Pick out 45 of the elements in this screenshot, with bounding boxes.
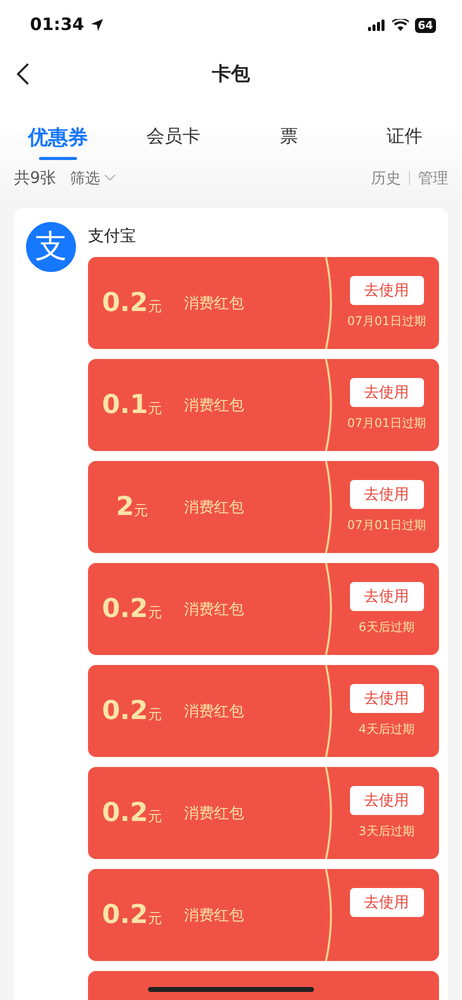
use-button[interactable]: 去使用 — [350, 888, 424, 917]
coupon-amount: 2元 — [114, 492, 150, 522]
coupon-amount: 0.2元 — [100, 594, 164, 624]
coupon-name: 消费红包 — [184, 396, 244, 414]
expiry-date: 6天后过期 — [358, 619, 414, 636]
wifi-icon — [392, 19, 409, 31]
tab[interactable]: 票 — [231, 112, 346, 162]
back-icon[interactable] — [16, 62, 30, 86]
brand-logo: 支 — [26, 222, 76, 272]
tab[interactable]: 优惠券 — [0, 112, 116, 162]
battery-level: 64 — [414, 18, 436, 32]
coupon-name: 消费红包 — [184, 294, 244, 312]
use-button[interactable]: 去使用 — [350, 684, 424, 713]
use-button[interactable]: 去使用 — [350, 378, 424, 407]
coupon-amount: 0.2元 — [100, 798, 164, 828]
coupon-name: 消费红包 — [184, 804, 244, 822]
expiry-date: 4天后过期 — [358, 721, 414, 738]
status-time: 01:34 — [30, 15, 84, 35]
signal-icon — [368, 19, 386, 31]
use-button[interactable]: 去使用 — [350, 480, 424, 509]
use-button[interactable]: 去使用 — [350, 582, 424, 611]
issuer-name: 支付宝 — [88, 226, 137, 247]
tab[interactable]: 会员卡 — [116, 112, 231, 162]
use-button[interactable]: 去使用 — [350, 276, 424, 305]
coupon-name: 消费红包 — [184, 600, 244, 618]
coupon-amount: 0.2元 — [100, 696, 164, 726]
caret-icon — [104, 174, 116, 182]
tab[interactable]: 证件 — [346, 112, 462, 162]
filter-dropdown[interactable]: 筛选 — [70, 168, 116, 188]
location-arrow-icon — [90, 18, 104, 32]
manage-link[interactable]: 管理 — [418, 168, 448, 188]
coupon-name: 消费红包 — [184, 906, 244, 924]
expiry-date: 07月01日过期 — [347, 415, 426, 432]
coupon-amount: 0.2元 — [100, 900, 164, 930]
coupon-amount: 0.1元 — [100, 390, 164, 420]
use-button[interactable]: 去使用 — [350, 786, 424, 815]
history-link[interactable]: 历史 — [371, 168, 401, 188]
page-title: 卡包 — [212, 62, 250, 87]
coupon-amount: 0.2元 — [100, 288, 164, 318]
expiry-date: 3天后过期 — [358, 823, 414, 840]
expiry-date: 07月01日过期 — [347, 313, 426, 330]
coupon-name: 消费红包 — [184, 702, 244, 720]
coupon-count: 共9张 — [14, 168, 56, 188]
expiry-date: 07月01日过期 — [347, 517, 426, 534]
coupon-name: 消费红包 — [184, 498, 244, 516]
